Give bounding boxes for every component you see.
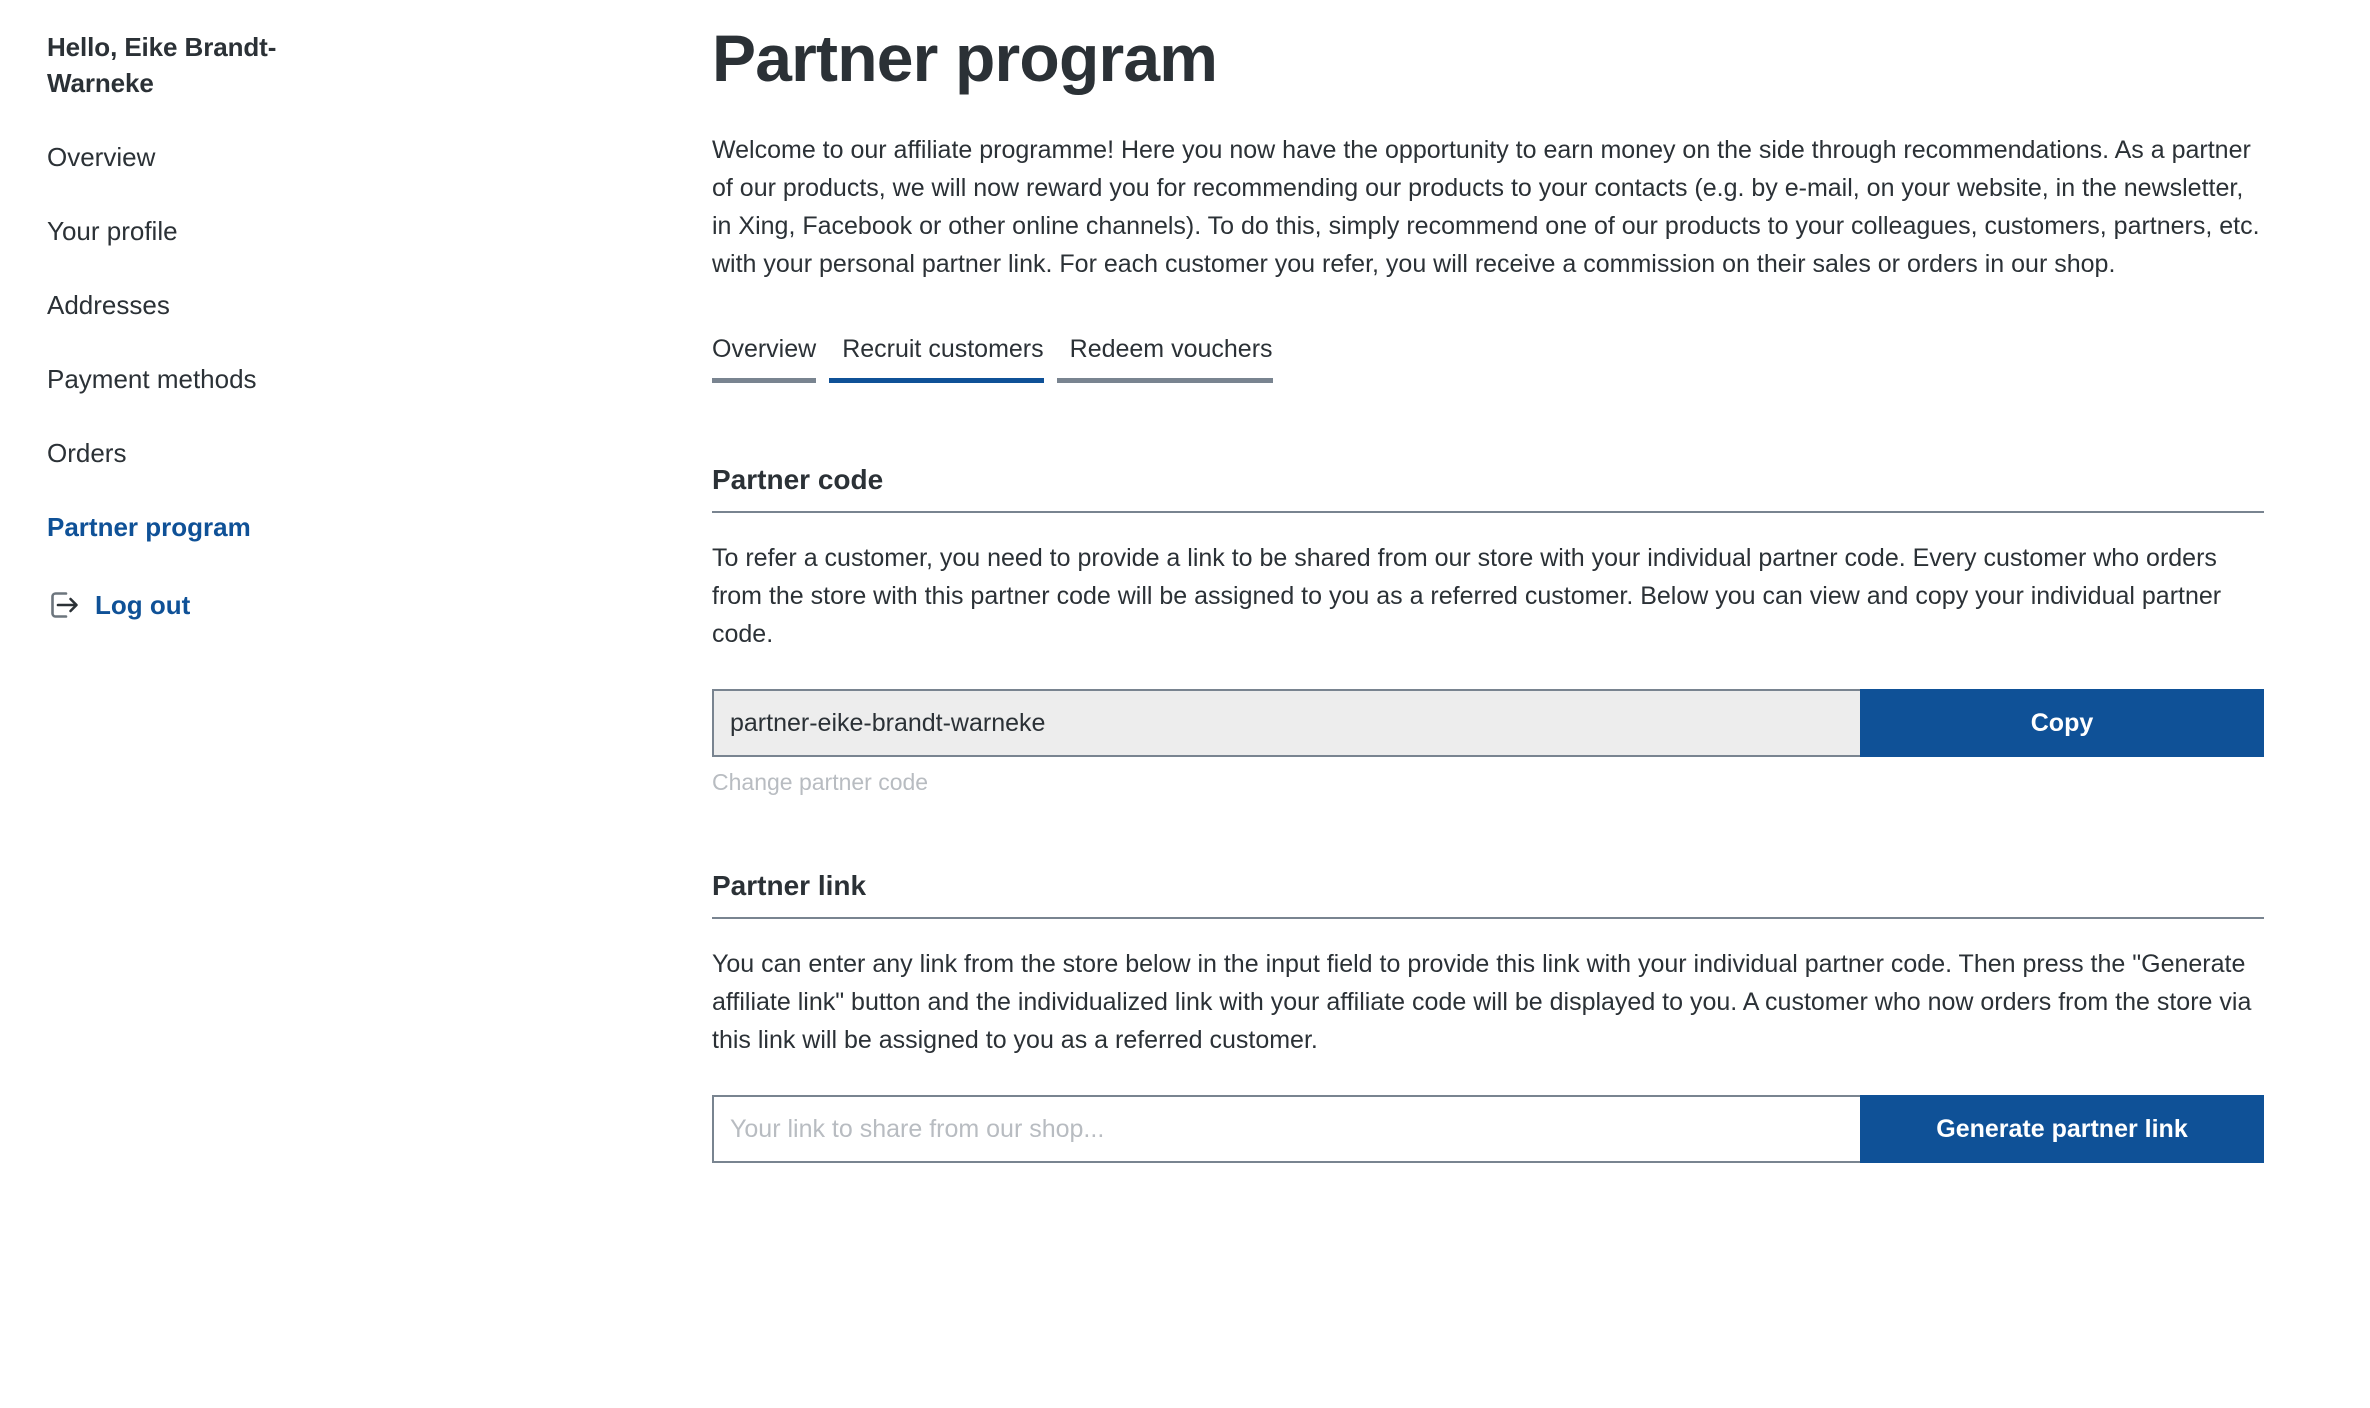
tab-overview[interactable]: Overview — [712, 336, 829, 383]
account-page: Hello, Eike Brandt-Warneke Overview Your… — [0, 0, 2370, 1408]
partner-code-heading: Partner code — [712, 463, 884, 495]
change-partner-code-link[interactable]: Change partner code — [712, 769, 928, 797]
sidebar-item-partner-program[interactable]: Partner program — [47, 514, 712, 540]
sidebar-item-overview-label[interactable]: Overview — [47, 144, 712, 170]
partner-link-input-group: Generate partner link — [712, 1095, 2264, 1164]
page-title: Partner program — [712, 21, 1218, 95]
partner-code-input[interactable] — [712, 689, 1860, 758]
tab-redeem-vouchers[interactable]: Redeem vouchers — [1056, 336, 1286, 383]
sidebar-greeting: Hello, Eike Brandt-Warneke — [47, 32, 277, 98]
logout-label[interactable]: Log out — [95, 592, 190, 618]
partner-code-section: Partner code To refer a customer, you ne… — [712, 463, 2264, 797]
sidebar-item-partner-program-label[interactable]: Partner program — [47, 514, 712, 540]
sidebar-item-overview[interactable]: Overview — [47, 144, 712, 170]
partner-link-description: You can enter any link from the store be… — [712, 950, 2252, 1055]
partner-link-heading: Partner link — [712, 869, 867, 901]
logout-button[interactable]: Log out — [47, 588, 190, 622]
sidebar-item-your-profile[interactable]: Your profile — [47, 218, 712, 244]
main-content: Partner program Welcome to our affiliate… — [712, 0, 2370, 1164]
sidebar-nav: Overview Your profile Addresses Payment … — [47, 144, 712, 540]
sidebar-nav-list: Overview Your profile Addresses Payment … — [47, 144, 712, 540]
sidebar-item-your-profile-label[interactable]: Your profile — [47, 218, 712, 244]
logout-icon — [47, 588, 81, 622]
partner-code-input-group: Copy — [712, 689, 2264, 758]
sidebar-item-payment-methods-label[interactable]: Payment methods — [47, 366, 712, 392]
account-sidebar: Hello, Eike Brandt-Warneke Overview Your… — [0, 0, 712, 622]
partner-code-description: To refer a customer, you need to provide… — [712, 544, 2222, 649]
copy-button[interactable]: Copy — [1860, 689, 2264, 758]
partner-link-input[interactable] — [712, 1095, 1860, 1164]
generate-partner-link-button[interactable]: Generate partner link — [1860, 1095, 2264, 1164]
sidebar-item-orders[interactable]: Orders — [47, 440, 712, 466]
intro-paragraph: Welcome to our affiliate programme! Here… — [712, 135, 2260, 278]
sidebar-item-orders-label[interactable]: Orders — [47, 440, 712, 466]
tab-bar: Overview Recruit customers Redeem vouche… — [712, 336, 2264, 383]
tab-recruit-customers[interactable]: Recruit customers — [829, 336, 1056, 383]
sidebar-item-addresses-label[interactable]: Addresses — [47, 292, 712, 318]
partner-code-divider — [712, 511, 2264, 514]
sidebar-item-payment-methods[interactable]: Payment methods — [47, 366, 712, 392]
partner-link-section: Partner link You can enter any link from… — [712, 869, 2264, 1164]
sidebar-item-addresses[interactable]: Addresses — [47, 292, 712, 318]
partner-link-divider — [712, 917, 2264, 920]
